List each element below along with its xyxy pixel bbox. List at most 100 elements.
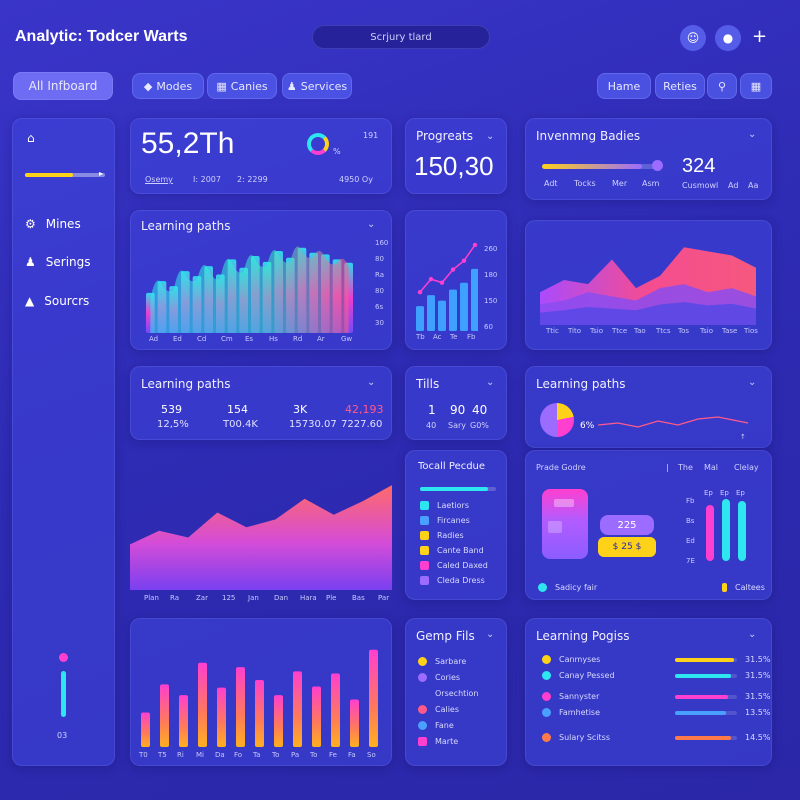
axis-label-0: Adt (544, 179, 558, 188)
big-bar (312, 686, 321, 747)
row-track (675, 710, 737, 715)
y-tick-label: 260 (484, 245, 498, 253)
kpi-corner: 191 (363, 131, 379, 140)
row-dot (542, 671, 551, 680)
learning-paths-chart: Learning paths ⌄ 160 80 Ra 80 6s 30 Ad Ed Cd Cm E… (130, 210, 392, 350)
card-title: Progreats (416, 129, 474, 143)
legend-item: Cante Band (420, 546, 484, 555)
x-tick-label: Ac (433, 333, 442, 341)
legend-swatch (420, 531, 429, 540)
calendar-button[interactable]: ▦ (740, 73, 772, 99)
x-tick-label: Cd (197, 335, 207, 343)
sidebar-item-sources[interactable]: ▲ Sourcrs (25, 294, 89, 308)
x-tick-label: T5 (158, 751, 167, 759)
chevron-right-icon[interactable]: ▸ (99, 169, 103, 178)
stat-value: 3K (293, 403, 308, 416)
mini-point (472, 242, 478, 248)
search-input[interactable]: Scrjury tlard (312, 25, 490, 49)
stat-sub: 12,5% (157, 419, 189, 430)
mini-point (428, 276, 434, 282)
legend-item: Cleda Dress (420, 576, 485, 585)
x-tick-label: Ttic (546, 327, 559, 335)
tills-sub: G0% (470, 421, 489, 430)
account-button[interactable]: ● (715, 25, 741, 51)
legend-swatch (418, 737, 427, 746)
bar-value-label: Ep (720, 489, 729, 497)
home-button[interactable]: Hame (597, 73, 651, 99)
chevron-down-icon[interactable]: ⌄ (486, 629, 494, 640)
kpi-progress-knob[interactable] (652, 160, 663, 171)
chevron-down-icon[interactable]: ⌄ (367, 219, 375, 230)
bar-value-label: Ep (736, 489, 745, 497)
row-label: Canmyses (559, 655, 601, 664)
kpi-value-label: Cusmowl (682, 181, 719, 190)
mini-point (450, 267, 456, 272)
x-tick-label: So (367, 751, 376, 759)
mini-point (417, 289, 423, 295)
chevron-down-icon[interactable]: ⌄ (748, 377, 756, 388)
add-icon[interactable]: + (752, 26, 767, 47)
legend-label: Fane (435, 721, 454, 730)
area2-svg (130, 485, 392, 590)
tab-modes[interactable]: ◆ Modes (132, 73, 204, 99)
legend-label: Calies (435, 705, 460, 714)
tab-services[interactable]: ♟ Services (282, 73, 352, 99)
row-value: 13.5% (745, 708, 771, 717)
all-dashboard-button[interactable]: All Infboard (13, 72, 113, 100)
big-bar (274, 695, 283, 747)
mini-bar (416, 306, 424, 331)
row-label: Famhetise (559, 708, 601, 717)
row-fill (675, 710, 726, 715)
x-tick-label: Tao (634, 327, 646, 335)
legend-swatch (722, 583, 727, 592)
y-tick-label: 60 (484, 323, 493, 331)
row-fill (675, 657, 734, 662)
card-title: Learning Pogiss (536, 629, 630, 643)
legend-swatch (420, 501, 429, 510)
row-value: 31.5% (745, 692, 771, 701)
sidebar-item-mines[interactable]: ⚙ Mines (25, 217, 81, 231)
legend-swatch (420, 576, 429, 585)
chevron-down-icon[interactable]: ⌄ (486, 131, 494, 142)
app-title: Analytic: Todcer Warts (15, 28, 188, 45)
x-tick-label: Par (378, 594, 390, 602)
profile-button[interactable]: ☺ (680, 25, 706, 51)
search-button[interactable]: ⚲ (707, 73, 737, 99)
sidebar-item-settings[interactable]: ♟ Serings (25, 255, 91, 269)
x-tick-label: Ttce (612, 327, 628, 335)
badge-225: 225 (600, 515, 654, 535)
row-track (675, 735, 737, 740)
legend-label: Marte (435, 737, 459, 746)
legend-swatch (420, 546, 429, 555)
kpi-card-invenmng: Invenmng Badies ⌄ 324 Cusmowl Adt Tocks … (525, 118, 772, 200)
y-tick-label: Ed (686, 537, 695, 545)
extra-label-0: Ad (728, 181, 739, 190)
y-tick-label: Bs (686, 517, 695, 525)
x-tick-label: Gw (341, 335, 353, 343)
chevron-down-icon[interactable]: ⌄ (486, 377, 494, 388)
chevron-down-icon[interactable]: ⌄ (748, 129, 756, 140)
row-value: 14.5% (745, 733, 771, 742)
kpi-value: 324 (682, 155, 716, 177)
legend-item: Caled Daxed (420, 561, 488, 570)
chevron-down-icon[interactable]: ⌄ (748, 629, 756, 640)
legend-item: Sarbare (418, 657, 466, 666)
y-tick-label: 150 (484, 297, 498, 305)
home-icon[interactable]: ⌂ (27, 131, 35, 145)
big-bar (198, 662, 207, 747)
x-tick-label: Tos (678, 327, 690, 335)
big-bar (179, 695, 188, 747)
tab-canies[interactable]: ▦ Canies (207, 73, 277, 99)
x-tick-label: Rd (293, 335, 303, 343)
reties-button[interactable]: Reties (655, 73, 705, 99)
learning-wave (150, 246, 349, 333)
tills-card: Tills ⌄ 1 40 90 Sary 40 G0% (405, 366, 507, 440)
row-fill (675, 673, 731, 678)
x-tick-label: Cm (221, 335, 233, 343)
chevron-down-icon[interactable]: ⌄ (367, 377, 375, 388)
mini-bar (427, 295, 435, 331)
x-tick-label: Ple (326, 594, 337, 602)
progress-row: Canay Pessed 31.5% (542, 671, 770, 680)
x-tick-label: Ar (317, 335, 325, 343)
row-dot (542, 692, 551, 701)
